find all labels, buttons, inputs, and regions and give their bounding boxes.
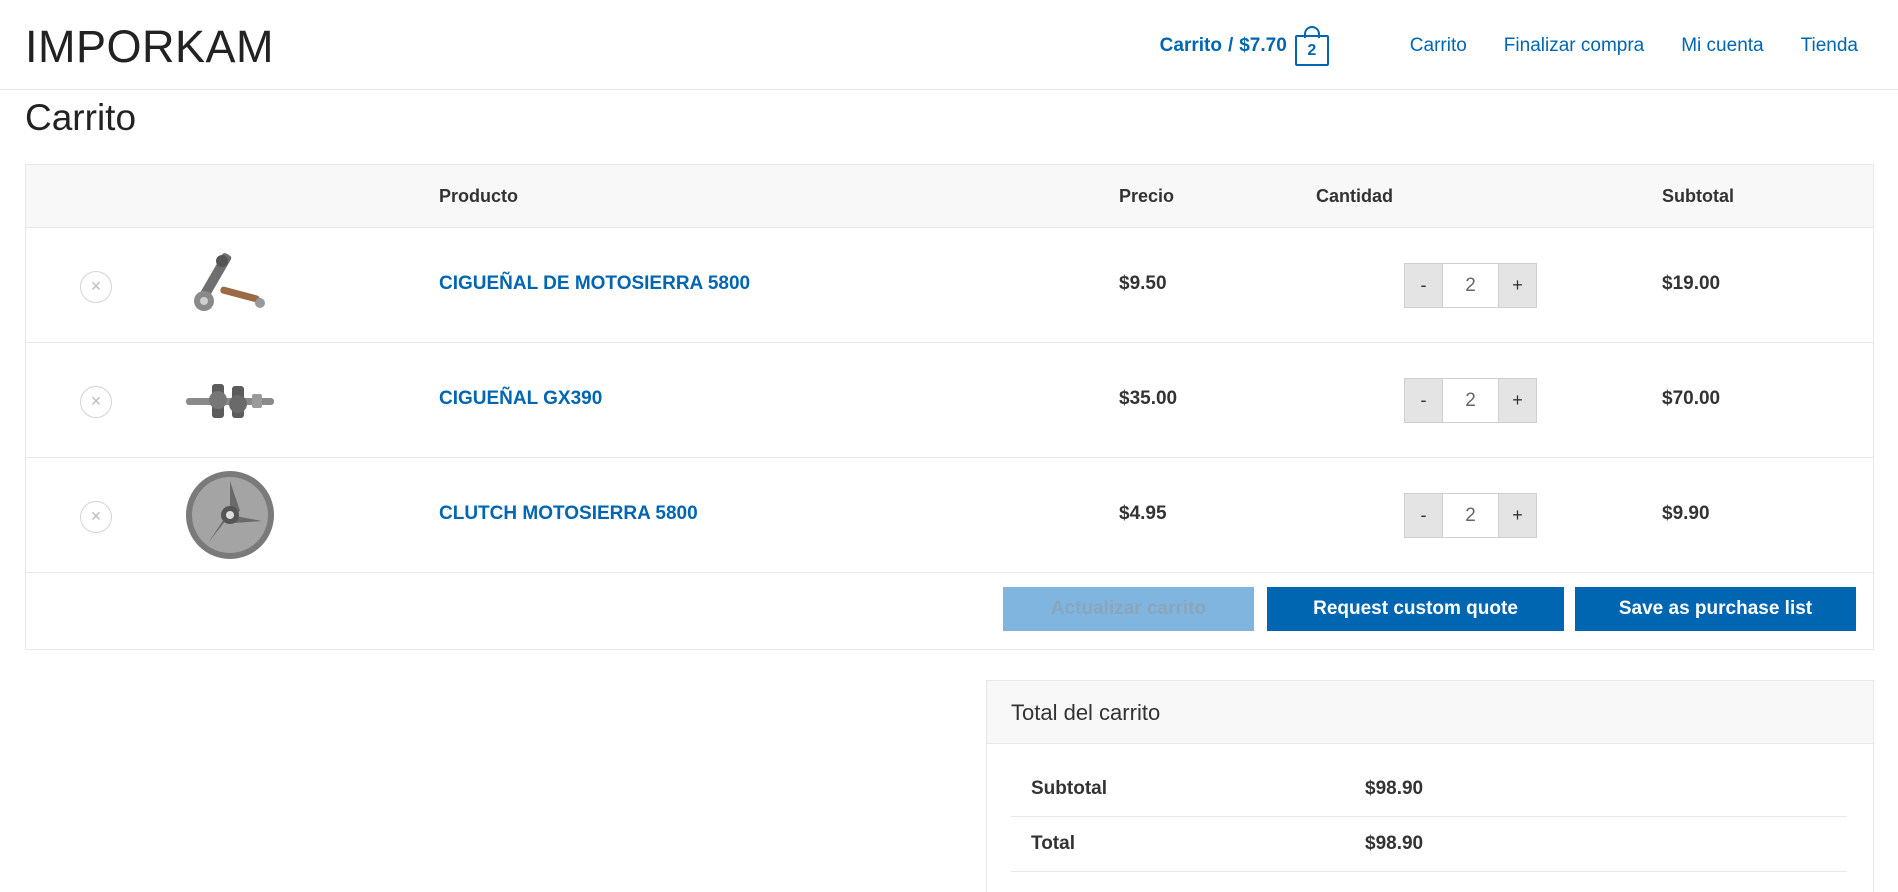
nav-tienda[interactable]: Tienda (1801, 35, 1858, 57)
quantity-input[interactable] (1442, 264, 1499, 307)
cart-count-badge: 2 (1294, 35, 1329, 66)
quantity-input[interactable] (1442, 379, 1499, 422)
cart-actions: Actualizar carrito Request custom quote … (26, 573, 1873, 651)
decrease-quantity-button[interactable]: - (1405, 264, 1442, 307)
table-row: × CIGUEÑAL DE MOTOSIERRA 5800 $9.50 - + … (26, 228, 1873, 343)
remove-item-button[interactable]: × (80, 501, 112, 533)
quantity-input[interactable] (1442, 494, 1499, 537)
totals-total-row: Total $98.90 (1011, 817, 1847, 872)
increase-quantity-button[interactable]: + (1499, 264, 1536, 307)
table-row: × CLUTCH MOTOSIERRA 5800 $4.95 - + $9.90 (26, 458, 1873, 573)
item-subtotal: $19.00 (1662, 273, 1721, 294)
table-header: Producto Precio Cantidad Subtotal (26, 165, 1873, 228)
clutch-icon (186, 471, 274, 559)
header-quantity: Cantidad (1316, 186, 1394, 206)
crankshaft-icon (194, 253, 265, 311)
totals-subtotal-label: Subtotal (1031, 778, 1107, 799)
totals-total-value: $98.90 (1365, 833, 1424, 854)
item-price: $4.95 (1119, 503, 1167, 524)
item-subtotal: $9.90 (1662, 503, 1710, 524)
totals-subtotal-value: $98.90 (1365, 778, 1424, 799)
table-row: × CIGUEÑAL GX390 $35.00 - + $70.00 (26, 343, 1873, 458)
header-cart-link[interactable]: Carrito / $7.70 2 (1160, 26, 1329, 66)
header-price: Precio (1119, 186, 1175, 206)
increase-quantity-button[interactable]: + (1499, 494, 1536, 537)
crankshaft-icon (186, 384, 274, 418)
product-link[interactable]: CIGUEÑAL GX390 (439, 388, 602, 410)
site-logo[interactable]: IMPORKAM (25, 22, 274, 72)
item-price: $9.50 (1119, 273, 1167, 294)
request-quote-button[interactable]: Request custom quote (1267, 587, 1564, 631)
totals-subtotal-row: Subtotal $98.90 (1011, 762, 1847, 817)
item-subtotal: $70.00 (1662, 388, 1721, 409)
quantity-stepper: - + (1404, 263, 1537, 308)
cart-table: Producto Precio Cantidad Subtotal × CIGU… (25, 164, 1874, 650)
item-price: $35.00 (1119, 388, 1178, 409)
decrease-quantity-button[interactable]: - (1405, 379, 1442, 422)
cart-totals-title: Total del carrito (987, 681, 1873, 744)
shopping-bag-icon: 2 (1294, 26, 1329, 66)
nav-carrito[interactable]: Carrito (1410, 35, 1467, 57)
cart-totals: Total del carrito Subtotal $98.90 Total … (986, 680, 1874, 892)
header-nav: Carrito / $7.70 2 Carrito Finalizar comp… (1160, 18, 1858, 74)
cart-total: $7.70 (1239, 35, 1287, 56)
remove-item-button[interactable]: × (80, 386, 112, 418)
totals-total-label: Total (1031, 833, 1075, 854)
product-link[interactable]: CLUTCH MOTOSIERRA 5800 (439, 503, 698, 525)
increase-quantity-button[interactable]: + (1499, 379, 1536, 422)
quantity-stepper: - + (1404, 378, 1537, 423)
nav-mi-cuenta[interactable]: Mi cuenta (1681, 35, 1763, 57)
remove-item-button[interactable]: × (80, 271, 112, 303)
page-title: Carrito (25, 97, 137, 138)
product-link[interactable]: CIGUEÑAL DE MOTOSIERRA 5800 (439, 273, 750, 295)
save-purchase-list-button[interactable]: Save as purchase list (1575, 587, 1856, 631)
header-subtotal: Subtotal (1662, 186, 1734, 206)
nav-finalizar-compra[interactable]: Finalizar compra (1504, 35, 1644, 57)
cart-label: Carrito (1159, 35, 1222, 56)
cart-separator: / (1227, 35, 1234, 56)
update-cart-button[interactable]: Actualizar carrito (1003, 587, 1254, 631)
quantity-stepper: - + (1404, 493, 1537, 538)
decrease-quantity-button[interactable]: - (1405, 494, 1442, 537)
header-product: Producto (439, 186, 518, 206)
site-header: IMPORKAM Carrito / $7.70 2 Carrito Final… (0, 0, 1898, 90)
